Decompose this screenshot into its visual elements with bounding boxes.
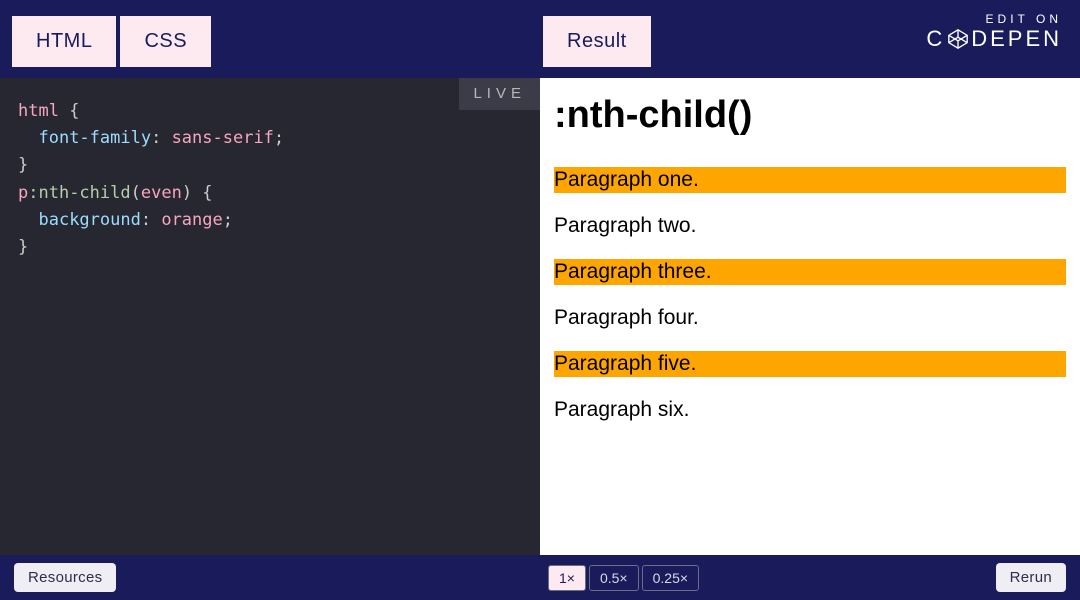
live-badge: LIVE [459, 78, 540, 110]
zoom-1x-button[interactable]: 1× [548, 565, 586, 591]
result-paragraph: Paragraph two. [554, 213, 1066, 239]
codepen-logo[interactable]: EDIT ON C DEPEN [926, 12, 1062, 52]
zoom-0.5x-button[interactable]: 0.5× [589, 565, 639, 591]
app-container: HTML CSS Result EDIT ON C DEPEN LIVE [0, 0, 1080, 600]
code-line: font-family: sans-serif; [18, 125, 522, 152]
codepen-icon [947, 28, 969, 50]
result-paragraph: Paragraph one. [554, 167, 1066, 193]
code-editor[interactable]: LIVE html { font-family: sans-serif; } p… [0, 78, 540, 555]
edit-on-label: EDIT ON [926, 12, 1062, 26]
code-line: p:nth-child(even) { [18, 180, 522, 207]
zoom-controls: 1× 0.5× 0.25× [548, 565, 702, 591]
code-line: background: orange; [18, 207, 522, 234]
code-line: } [18, 234, 522, 261]
top-bar: HTML CSS Result EDIT ON C DEPEN [0, 0, 1080, 78]
result-heading: :nth-child() [554, 94, 1066, 137]
zoom-0.25x-button[interactable]: 0.25× [642, 565, 699, 591]
tab-html[interactable]: HTML [12, 16, 116, 67]
code-line: html { [18, 98, 522, 125]
result-paragraph: Paragraph five. [554, 351, 1066, 377]
rerun-button[interactable]: Rerun [996, 563, 1066, 592]
result-tabs: Result [543, 16, 651, 67]
content-area: LIVE html { font-family: sans-serif; } p… [0, 78, 1080, 555]
editor-tabs: HTML CSS [12, 16, 211, 67]
tab-result[interactable]: Result [543, 16, 651, 67]
tab-css[interactable]: CSS [120, 16, 211, 67]
code-line: } [18, 152, 522, 179]
result-pane: :nth-child() Paragraph one. Paragraph tw… [540, 78, 1080, 555]
result-paragraph: Paragraph six. [554, 397, 1066, 423]
result-paragraph: Paragraph three. [554, 259, 1066, 285]
codepen-brand: C DEPEN [926, 26, 1062, 52]
resources-button[interactable]: Resources [14, 563, 116, 592]
result-paragraph: Paragraph four. [554, 305, 1066, 331]
bottom-bar: Resources 1× 0.5× 0.25× Rerun [0, 555, 1080, 600]
